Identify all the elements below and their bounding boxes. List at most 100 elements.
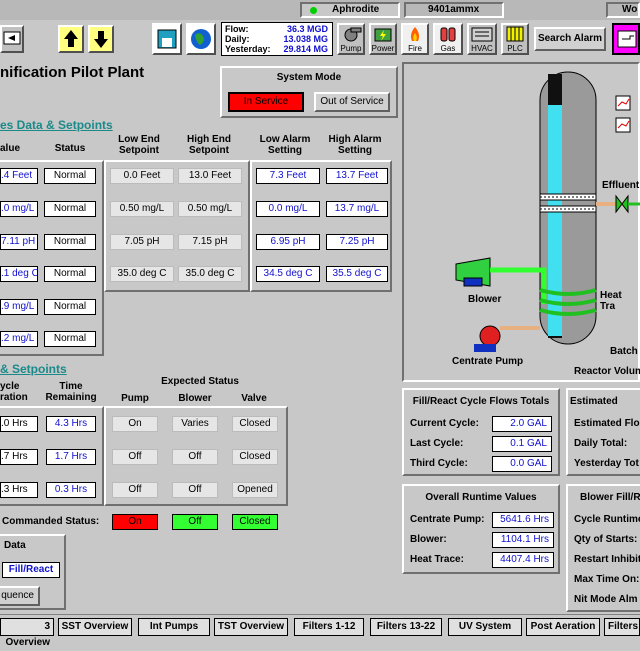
heat-trace-label: Heat Tra bbox=[600, 290, 622, 312]
low-alarm-input[interactable]: 6.95 pH bbox=[256, 234, 320, 250]
nav-hvac-button[interactable]: HVAC bbox=[467, 23, 497, 55]
last-cycle-label: Last Cycle: bbox=[410, 438, 464, 449]
values-section-title: es Data & Setpoints bbox=[0, 118, 113, 132]
search-alarm-button[interactable]: Search Alarm bbox=[534, 27, 606, 51]
col-header-high-end: High End Setpoint bbox=[187, 134, 231, 156]
status-cell: Normal bbox=[44, 331, 96, 347]
high-alarm-input[interactable]: 13.7 Feet bbox=[326, 168, 388, 184]
node-box: 9401ammx bbox=[404, 2, 504, 18]
value-status-grid bbox=[0, 160, 104, 356]
tab-filters-pumps[interactable]: Filters 1-5 Pu bbox=[604, 618, 640, 636]
low-end-cell: 0.0 Feet bbox=[110, 168, 174, 184]
time-remaining-cell: 1.7 Hrs bbox=[46, 449, 96, 465]
tab-tst-overview[interactable]: TST Overview bbox=[214, 618, 288, 636]
trend-icon[interactable] bbox=[615, 95, 631, 111]
sequence-button[interactable]: quence bbox=[0, 586, 40, 606]
tab-filters-13-22[interactable]: Filters 13-22 bbox=[370, 618, 442, 636]
pump-icon bbox=[344, 27, 362, 42]
low-alarm-input[interactable]: 7.3 Feet bbox=[256, 168, 320, 184]
user-box: Aphrodite bbox=[300, 2, 400, 18]
tab-post-aeration[interactable]: Post Aeration bbox=[526, 618, 600, 636]
runtime-centrate-value: 5641.6 Hrs bbox=[492, 512, 554, 528]
runtime-centrate-label: Centrate Pump: bbox=[410, 514, 485, 525]
expected-status-title: Expected Status bbox=[161, 376, 239, 387]
yesterday-value: 29.814 MG bbox=[283, 44, 328, 54]
blower-status-cell: Off bbox=[172, 482, 218, 498]
data-box: Data Fill/React quence bbox=[0, 534, 66, 610]
high-alarm-input[interactable]: 35.5 deg C bbox=[326, 266, 388, 282]
tab-int-pumps[interactable]: Int Pumps bbox=[138, 618, 210, 636]
flow-totals-box: Flow: 36.3 MGD Daily: 13.038 MG Yesterda… bbox=[221, 22, 333, 56]
nav-fire-button[interactable]: Fire bbox=[401, 23, 429, 55]
trend-icon[interactable] bbox=[615, 117, 631, 133]
cycle-duration-cell: .3 Hrs bbox=[0, 482, 38, 498]
out-of-service-button[interactable]: Out of Service bbox=[314, 92, 390, 112]
pump-status-cell: On bbox=[112, 416, 158, 432]
cycle-section-title: & Setpoints bbox=[0, 362, 67, 376]
col-header-low-end: Low End Setpoint bbox=[118, 134, 160, 156]
down-button[interactable] bbox=[88, 25, 114, 53]
fill-react-panel: Fill/React Cycle Flows Totals Current Cy… bbox=[402, 388, 560, 476]
daily-label: Daily: bbox=[225, 34, 250, 44]
save-disk-button[interactable] bbox=[152, 23, 182, 55]
pump-status-cell: Off bbox=[112, 449, 158, 465]
partial-box[interactable]: Wo bbox=[606, 2, 640, 18]
value-cell: .2 mg/L bbox=[0, 331, 38, 347]
high-alarm-input[interactable]: 7.25 pH bbox=[326, 234, 388, 250]
cycle-duration-cell: .0 Hrs bbox=[0, 416, 38, 432]
runtime-title: Overall Runtime Values bbox=[425, 492, 537, 503]
col-header-valve: Valve bbox=[241, 393, 267, 404]
low-alarm-input[interactable]: 0.0 mg/L bbox=[256, 201, 320, 217]
nav-pump-button[interactable]: Pump bbox=[337, 23, 365, 55]
nav-pump-label: Pump bbox=[340, 44, 362, 53]
value-cell: .0 mg/L bbox=[0, 201, 38, 217]
flow-value: 36.3 MGD bbox=[286, 24, 328, 34]
valve-status-cell: Closed bbox=[232, 449, 278, 465]
pump-status-cell: Off bbox=[112, 482, 158, 498]
runtime-heat-trace-label: Heat Trace: bbox=[410, 554, 464, 565]
tab-overview[interactable]: 3 Overview bbox=[0, 618, 54, 648]
low-end-cell: 7.05 pH bbox=[110, 234, 174, 250]
batch-label: Batch bbox=[610, 346, 638, 357]
low-end-cell: 0.50 mg/L bbox=[110, 201, 174, 217]
tab-sst-overview[interactable]: SST Overview bbox=[58, 618, 132, 636]
low-alarm-input[interactable]: 34.5 deg C bbox=[256, 266, 320, 282]
nav-gas-label: Gas bbox=[440, 44, 456, 53]
tab-filters-1-12[interactable]: Filters 1-12 bbox=[294, 618, 364, 636]
high-alarm-input[interactable]: 13.7 mg/L bbox=[326, 201, 388, 217]
col-header-blower: Blower bbox=[178, 393, 212, 404]
toolbar: Flow: 36.3 MGD Daily: 13.038 MG Yesterda… bbox=[0, 20, 640, 58]
tab-uv-system[interactable]: UV System bbox=[448, 618, 522, 636]
effluent-label: Effluent bbox=[602, 180, 640, 191]
high-end-cell: 35.0 deg C bbox=[178, 266, 242, 282]
estimated-title: Estimated bbox=[570, 396, 618, 407]
effluent-valve-icon[interactable] bbox=[615, 194, 629, 214]
daily-value: 13.038 MG bbox=[283, 34, 328, 44]
globe-icon bbox=[191, 29, 211, 49]
nav-gas-button[interactable]: Gas bbox=[433, 23, 463, 55]
centrate-pump-icon[interactable] bbox=[479, 325, 501, 347]
data-box-title: Data bbox=[4, 540, 26, 551]
nav-plc-button[interactable]: PLC bbox=[501, 23, 529, 55]
globe-button[interactable] bbox=[186, 23, 216, 55]
diagram-svg bbox=[455, 71, 640, 352]
nav-power-button[interactable]: Power bbox=[369, 23, 397, 55]
blower-fill-row-label: Qty of Starts: bbox=[574, 534, 638, 545]
blower-fill-title: Blower Fill/R bbox=[580, 492, 640, 503]
in-service-button[interactable]: In Service bbox=[228, 92, 304, 112]
disk-icon bbox=[157, 29, 177, 49]
current-cycle-value: 2.0 GAL bbox=[492, 416, 552, 432]
nav-plc-label: PLC bbox=[507, 44, 523, 53]
centrate-pump-label: Centrate Pump bbox=[452, 356, 524, 367]
up-button[interactable] bbox=[58, 25, 84, 53]
high-end-cell: 13.0 Feet bbox=[178, 168, 242, 184]
commanded-valve-indicator: Closed bbox=[232, 514, 278, 530]
runtime-heat-trace-value: 4407.4 Hrs bbox=[492, 552, 554, 568]
help-button[interactable] bbox=[612, 23, 640, 55]
back-button[interactable] bbox=[0, 25, 24, 53]
value-cell: .9 mg/L bbox=[0, 299, 38, 315]
cycle-duration-cell: .7 Hrs bbox=[0, 449, 38, 465]
hand-pointer-icon bbox=[617, 30, 637, 48]
status-cell: Normal bbox=[44, 266, 96, 282]
blower-status-cell: Off bbox=[172, 449, 218, 465]
